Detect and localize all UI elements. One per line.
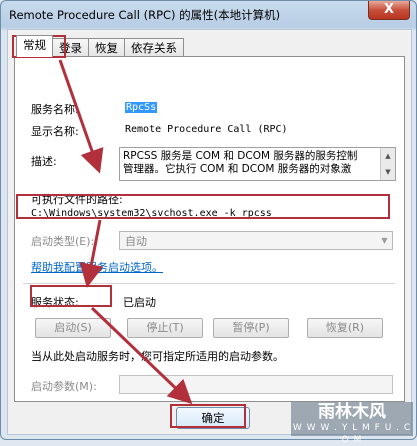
divider — [23, 283, 395, 284]
annotation-box-startup-type — [16, 194, 390, 219]
pause-button[interactable]: 暂停(P) — [213, 318, 289, 338]
startup-type-select[interactable]: 自动 ▼ — [119, 231, 393, 250]
scroll-up-icon[interactable]: ▲ — [381, 148, 395, 164]
dialog-window: Remote Procedure Call (RPC) 的属性(本地计算机) X… — [0, 0, 417, 440]
description-line-2: 管理器。它执行 COM 和 DCOM 服务器的对象激 — [123, 163, 352, 175]
start-params-label: 启动参数(M): — [31, 380, 97, 393]
window-title: Remote Procedure Call (RPC) 的属性(本地计算机) — [9, 8, 281, 22]
display-name-label: 显示名称: — [31, 125, 79, 138]
startup-type-label: 启动类型(E): — [31, 235, 95, 248]
scroll-down-icon[interactable]: ▼ — [381, 164, 395, 180]
help-link[interactable]: 帮助我配置服务启动选项。 — [31, 259, 163, 275]
resume-button[interactable]: 恢复(R) — [307, 318, 383, 338]
tab-dependencies[interactable]: 依存关系 — [124, 38, 184, 57]
annotation-box-start-button — [30, 285, 112, 307]
start-button[interactable]: 启动(S) — [35, 318, 111, 338]
general-panel: 服务名称: RpcSs 显示名称: Remote Procedure Call … — [14, 56, 405, 402]
start-params-input[interactable] — [119, 375, 393, 394]
service-name-value[interactable]: RpcSs — [125, 102, 158, 113]
dialog-client: 常规 登录 恢复 依存关系 服务名称: RpcSs 显示名称: Remote P… — [7, 29, 412, 435]
watermark-logo-text: 雨林木风 — [318, 402, 386, 422]
tab-strip: 常规 登录 恢复 依存关系 — [16, 35, 184, 57]
watermark-url: W W W . Y L M F U . C O M — [292, 423, 412, 445]
service-name-text: RpcSs — [125, 102, 158, 113]
start-params-hint: 当从此处启动服务时，您可指定所适用的启动参数。 — [31, 350, 284, 363]
chevron-down-icon[interactable]: ▼ — [377, 232, 392, 249]
service-name-label: 服务名称: — [31, 103, 79, 116]
service-status-value: 已启动 — [123, 296, 156, 309]
annotation-box-ok-button — [170, 404, 246, 428]
description-text: RPCSS 服务是 COM 和 DCOM 服务器的服务控制 管理器。它执行 CO… — [123, 150, 379, 176]
tab-recovery[interactable]: 恢复 — [88, 38, 125, 57]
description-scrollbar[interactable]: ▲ ▼ — [380, 148, 395, 180]
startup-type-value: 自动 — [125, 235, 147, 248]
description-line-1: RPCSS 服务是 COM 和 DCOM 服务器的服务控制 — [123, 150, 358, 162]
display-name-value: Remote Procedure Call (RPC) — [125, 124, 288, 135]
description-label: 描述: — [31, 155, 57, 168]
tab-general[interactable]: 常规 — [16, 35, 53, 57]
description-textbox[interactable]: RPCSS 服务是 COM 和 DCOM 服务器的服务控制 管理器。它执行 CO… — [119, 147, 396, 181]
stop-button[interactable]: 停止(T) — [127, 318, 203, 338]
site-watermark: 雨林木风 W W W . Y L M F U . C O M — [291, 402, 413, 445]
close-button[interactable]: X — [368, 1, 410, 20]
